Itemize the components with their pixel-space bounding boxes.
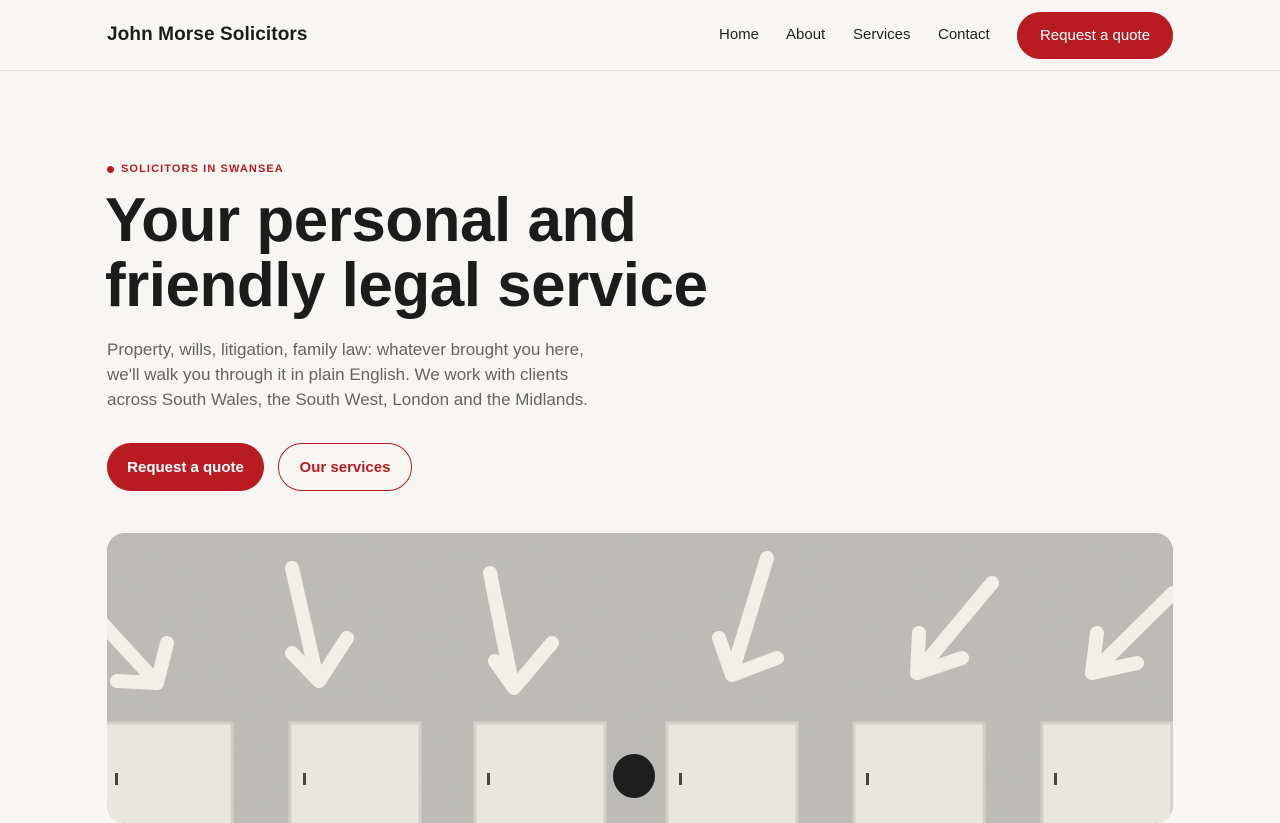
eyebrow-label: SOLICITORS IN SWANSEA — [121, 163, 284, 175]
hero-request-quote-button[interactable]: Request a quote — [107, 443, 264, 491]
site-header: John Morse Solicitors Home About Service… — [0, 0, 1280, 71]
brand-logo[interactable]: John Morse Solicitors — [107, 24, 308, 46]
hero-title: Your personal and friendly legal service — [105, 188, 805, 318]
hero-description-line-2: we'll walk you through it in plain Engli… — [107, 365, 569, 384]
hero-title-line-2: friendly legal service — [105, 251, 708, 320]
hero-description-line-3: across South Wales, the South West, Lond… — [107, 390, 589, 409]
nav-contact[interactable]: Contact — [938, 26, 990, 43]
hero-description: Property, wills, litigation, family law:… — [107, 337, 607, 412]
doors-arrows-illustration-icon — [107, 533, 1173, 823]
hero-photo — [107, 533, 1173, 823]
eyebrow-dot-icon — [107, 165, 114, 173]
hero-description-line-1: Property, wills, litigation, family law:… — [107, 340, 584, 359]
nav-about[interactable]: About — [786, 26, 825, 43]
hero-title-line-1: Your personal and — [105, 186, 637, 255]
hero-eyebrow: SOLICITORS IN SWANSEA — [107, 163, 284, 175]
nav-home[interactable]: Home — [719, 26, 759, 43]
hero-our-services-button[interactable]: Our services — [278, 443, 412, 491]
nav-services[interactable]: Services — [853, 26, 911, 43]
header-request-quote-button[interactable]: Request a quote — [1017, 12, 1173, 59]
